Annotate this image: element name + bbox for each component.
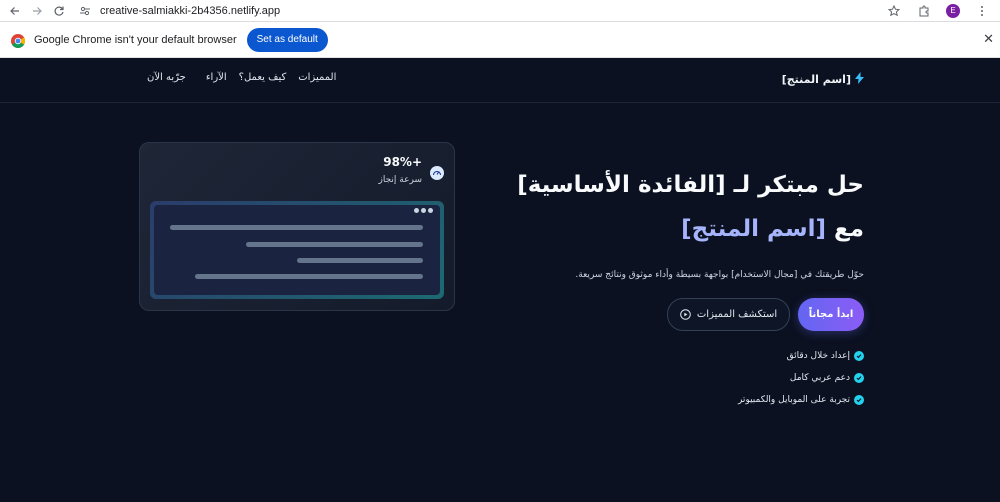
hero-title-line1: حل مبتكر لـ [الفائدة الأساسية] [517, 172, 864, 198]
feature-item: تجربة على الموبايل والكمبيوتر [738, 389, 864, 411]
infobar-message: Google Chrome isn't your default browser [34, 33, 237, 46]
nav-link-reviews[interactable]: الآراء [206, 72, 227, 83]
feature-text: دعم عربي كامل [789, 373, 850, 383]
extensions-icon[interactable] [916, 3, 932, 19]
nav-link-features[interactable]: المميزات [298, 72, 336, 83]
explore-features-button[interactable]: استكشف المميزات [667, 298, 790, 331]
hero-title-line2: مع [اسم المنتج] [517, 216, 864, 256]
nav-links: المميزات كيف يعمل؟ الآراء جرّبه الآن [147, 72, 336, 83]
bookmark-star-icon[interactable] [886, 3, 902, 19]
mockup-screen [150, 201, 444, 299]
url-text[interactable]: creative-salmiakki-2b4356.netlify.app [100, 5, 280, 17]
set-as-default-button[interactable]: Set as default [246, 27, 328, 52]
play-circle-icon [680, 309, 691, 320]
menu-kebab-icon[interactable] [974, 3, 990, 19]
window-dots [414, 208, 433, 213]
dashboard-mockup-card: 98%+ سرعة إنجاز [139, 142, 455, 311]
mockup-screen-inner [154, 205, 440, 295]
site-settings-icon[interactable] [78, 4, 92, 18]
reload-icon[interactable] [48, 0, 70, 22]
window-dot [414, 208, 419, 213]
stat-value: 98%+ [383, 155, 422, 169]
profile-avatar[interactable]: E [946, 3, 960, 18]
hero-subtitle: حوّل طريقتك في [مجال الاستخدام] بواجهة ب… [575, 270, 864, 280]
stat-label: سرعة إنجاز [378, 175, 422, 185]
window-dot [428, 208, 433, 213]
speedometer-icon [430, 166, 444, 180]
placeholder-line [297, 258, 423, 263]
default-browser-infobar: Google Chrome isn't your default browser… [0, 22, 1000, 58]
brand-logo[interactable]: [اسم المنتج] [782, 72, 864, 87]
start-free-button[interactable]: ابدأ مجاناً [798, 298, 864, 331]
hero-title-prefix: مع [826, 216, 864, 242]
feature-text: إعداد خلال دقائق [786, 351, 850, 361]
bolt-icon [855, 72, 864, 87]
speed-stat: 98%+ سرعة إنجاز [379, 155, 422, 185]
feature-list: إعداد خلال دقائق دعم عربي كامل تجربة على… [738, 345, 864, 411]
forward-icon[interactable] [26, 0, 48, 22]
check-icon [854, 351, 864, 361]
placeholder-line [170, 225, 423, 230]
feature-item: دعم عربي كامل [738, 367, 864, 389]
hero-title-accent: [اسم المنتج] [681, 216, 827, 242]
placeholder-line [195, 274, 423, 279]
site-header: [اسم المنتج] المميزات كيف يعمل؟ الآراء ج… [0, 58, 1000, 103]
back-icon[interactable] [4, 0, 26, 22]
browser-toolbar: creative-salmiakki-2b4356.netlify.app E [0, 0, 1000, 22]
hero-headline: حل مبتكر لـ [الفائدة الأساسية] مع [اسم ا… [517, 172, 864, 256]
check-icon [854, 373, 864, 383]
brand-name: [اسم المنتج] [781, 73, 851, 86]
nav-link-try-now[interactable]: جرّبه الآن [147, 72, 186, 83]
feature-item: إعداد خلال دقائق [738, 345, 864, 367]
explore-features-label: استكشف المميزات [696, 309, 778, 320]
feature-text: تجربة على الموبايل والكمبيوتر [737, 395, 850, 405]
address-bar[interactable]: creative-salmiakki-2b4356.netlify.app [78, 0, 886, 22]
check-icon [854, 395, 864, 405]
close-icon[interactable]: ✕ [983, 32, 994, 47]
window-dot [421, 208, 426, 213]
nav-link-how-it-works[interactable]: كيف يعمل؟ [239, 72, 287, 83]
chrome-logo-icon [11, 33, 25, 48]
placeholder-line [246, 242, 423, 247]
